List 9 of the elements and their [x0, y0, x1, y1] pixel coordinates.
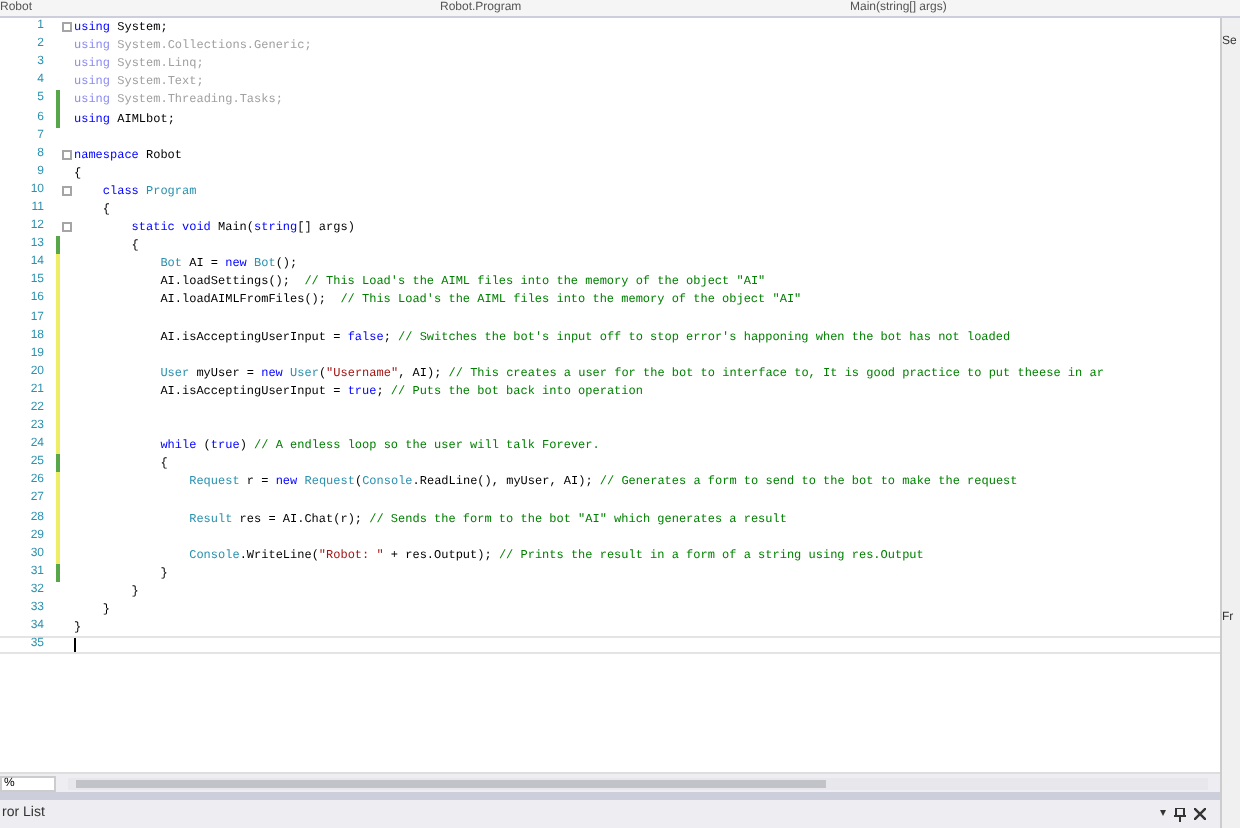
- pin-icon[interactable]: [1174, 807, 1186, 821]
- text-cursor: [74, 638, 76, 653]
- close-icon[interactable]: [1194, 808, 1206, 820]
- collapse-toggle[interactable]: [62, 185, 72, 196]
- horizontal-scrollbar[interactable]: [68, 777, 1208, 789]
- collapse-toggle[interactable]: [62, 149, 72, 160]
- scrollbar-thumb[interactable]: [76, 779, 826, 787]
- collapse-toggle[interactable]: [62, 22, 72, 33]
- collapse-toggle[interactable]: [62, 222, 72, 233]
